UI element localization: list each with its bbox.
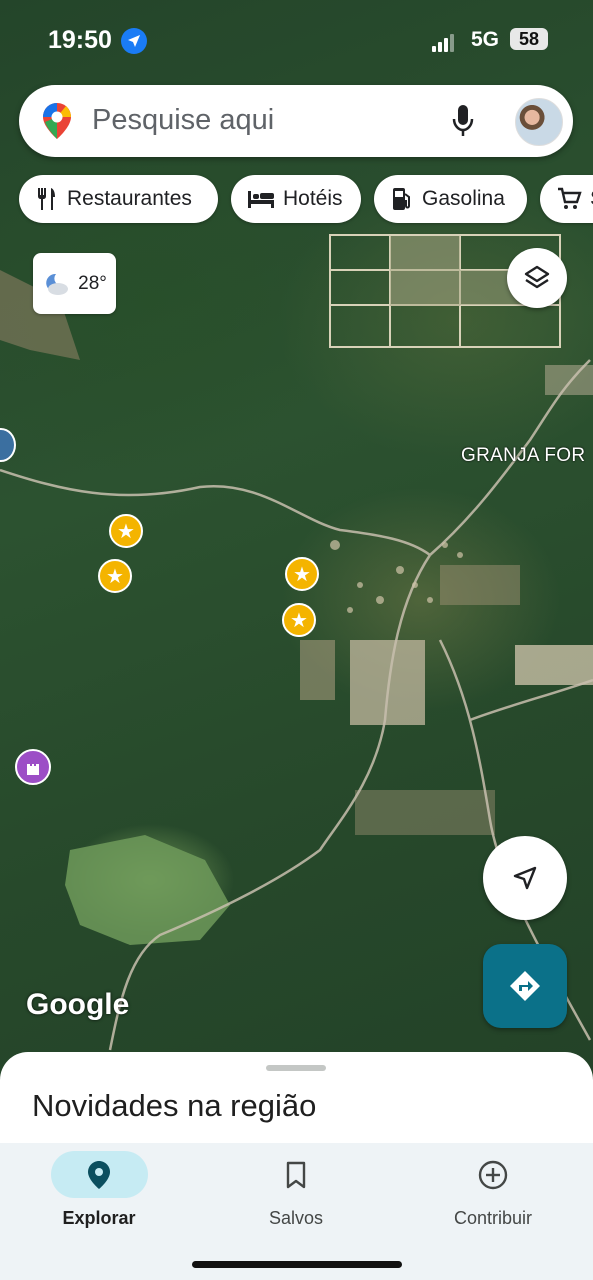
castle-icon — [27, 764, 39, 775]
chip-hoteis[interactable]: Hotéis — [231, 175, 361, 223]
bed-icon — [248, 191, 274, 208]
saved-star-marker[interactable]: ★ — [282, 603, 316, 637]
add-circle-icon — [478, 1160, 508, 1189]
layers-icon — [524, 265, 550, 289]
sheet-drag-handle[interactable] — [266, 1065, 326, 1071]
search-input[interactable]: Pesquise aqui — [92, 104, 274, 137]
landmark-marker[interactable] — [15, 749, 51, 785]
category-chips: Restaurantes Hotéis Gasolina S — [0, 175, 593, 225]
navigation-arrow-icon — [513, 866, 537, 890]
search-bar[interactable]: Pesquise aqui — [19, 85, 573, 157]
saved-star-marker[interactable]: ★ — [285, 557, 319, 591]
bottom-sheet[interactable]: Novidades na região — [0, 1052, 593, 1152]
star-icon: ★ — [293, 563, 311, 586]
battery-level: 58 — [510, 28, 548, 50]
chip-label: Gasolina — [422, 187, 505, 210]
explore-pin-icon — [88, 1160, 110, 1189]
tab-explorar[interactable]: Explorar — [19, 1151, 179, 1229]
avatar[interactable] — [515, 98, 563, 146]
microphone-icon[interactable] — [450, 103, 476, 139]
tab-label: Salvos — [268, 1208, 324, 1228]
saved-star-marker[interactable]: ★ — [98, 559, 132, 593]
tab-active-indicator — [50, 1151, 148, 1198]
weather-temp: 28° — [78, 272, 107, 294]
tab-salvos[interactable]: Salvos — [216, 1151, 376, 1229]
google-maps-pin-icon — [43, 103, 71, 139]
home-indicator[interactable] — [192, 1261, 402, 1268]
my-location-button[interactable] — [483, 836, 567, 920]
chip-compras[interactable]: S — [540, 175, 593, 223]
status-time: 19:50 — [48, 26, 112, 54]
directions-icon — [510, 971, 540, 1001]
bookmark-icon — [286, 1161, 306, 1188]
chip-label: Restaurantes — [67, 187, 192, 210]
google-watermark: Google — [26, 988, 130, 1021]
fork-knife-icon — [38, 188, 55, 210]
bottom-navigation: Explorar Salvos Contribuir — [0, 1143, 593, 1280]
weather-chip[interactable]: 28° — [33, 253, 116, 314]
cart-icon — [557, 187, 582, 209]
star-icon: ★ — [106, 565, 124, 588]
signal-icon — [432, 34, 456, 52]
partly-cloudy-night-icon — [46, 273, 69, 295]
location-arrow-icon — [121, 28, 147, 54]
tab-label: Contribuir — [453, 1208, 533, 1228]
chip-restaurantes[interactable]: Restaurantes — [19, 175, 218, 223]
status-bar: 19:50 5G 58 — [0, 24, 593, 60]
network-type: 5G — [471, 28, 500, 51]
sheet-title: Novidades na região — [32, 1088, 317, 1123]
directions-button[interactable] — [483, 944, 567, 1028]
tab-contribuir[interactable]: Contribuir — [413, 1151, 573, 1229]
star-icon: ★ — [290, 609, 308, 632]
gas-pump-icon — [393, 188, 410, 210]
saved-star-marker[interactable]: ★ — [109, 514, 143, 548]
layers-button[interactable] — [507, 248, 567, 308]
star-icon: ★ — [117, 520, 135, 543]
chip-label: Hotéis — [283, 187, 343, 210]
map-label-granja: GRANJA FOR — [461, 445, 586, 466]
tab-label: Explorar — [62, 1208, 136, 1228]
chip-gasolina[interactable]: Gasolina — [374, 175, 527, 223]
